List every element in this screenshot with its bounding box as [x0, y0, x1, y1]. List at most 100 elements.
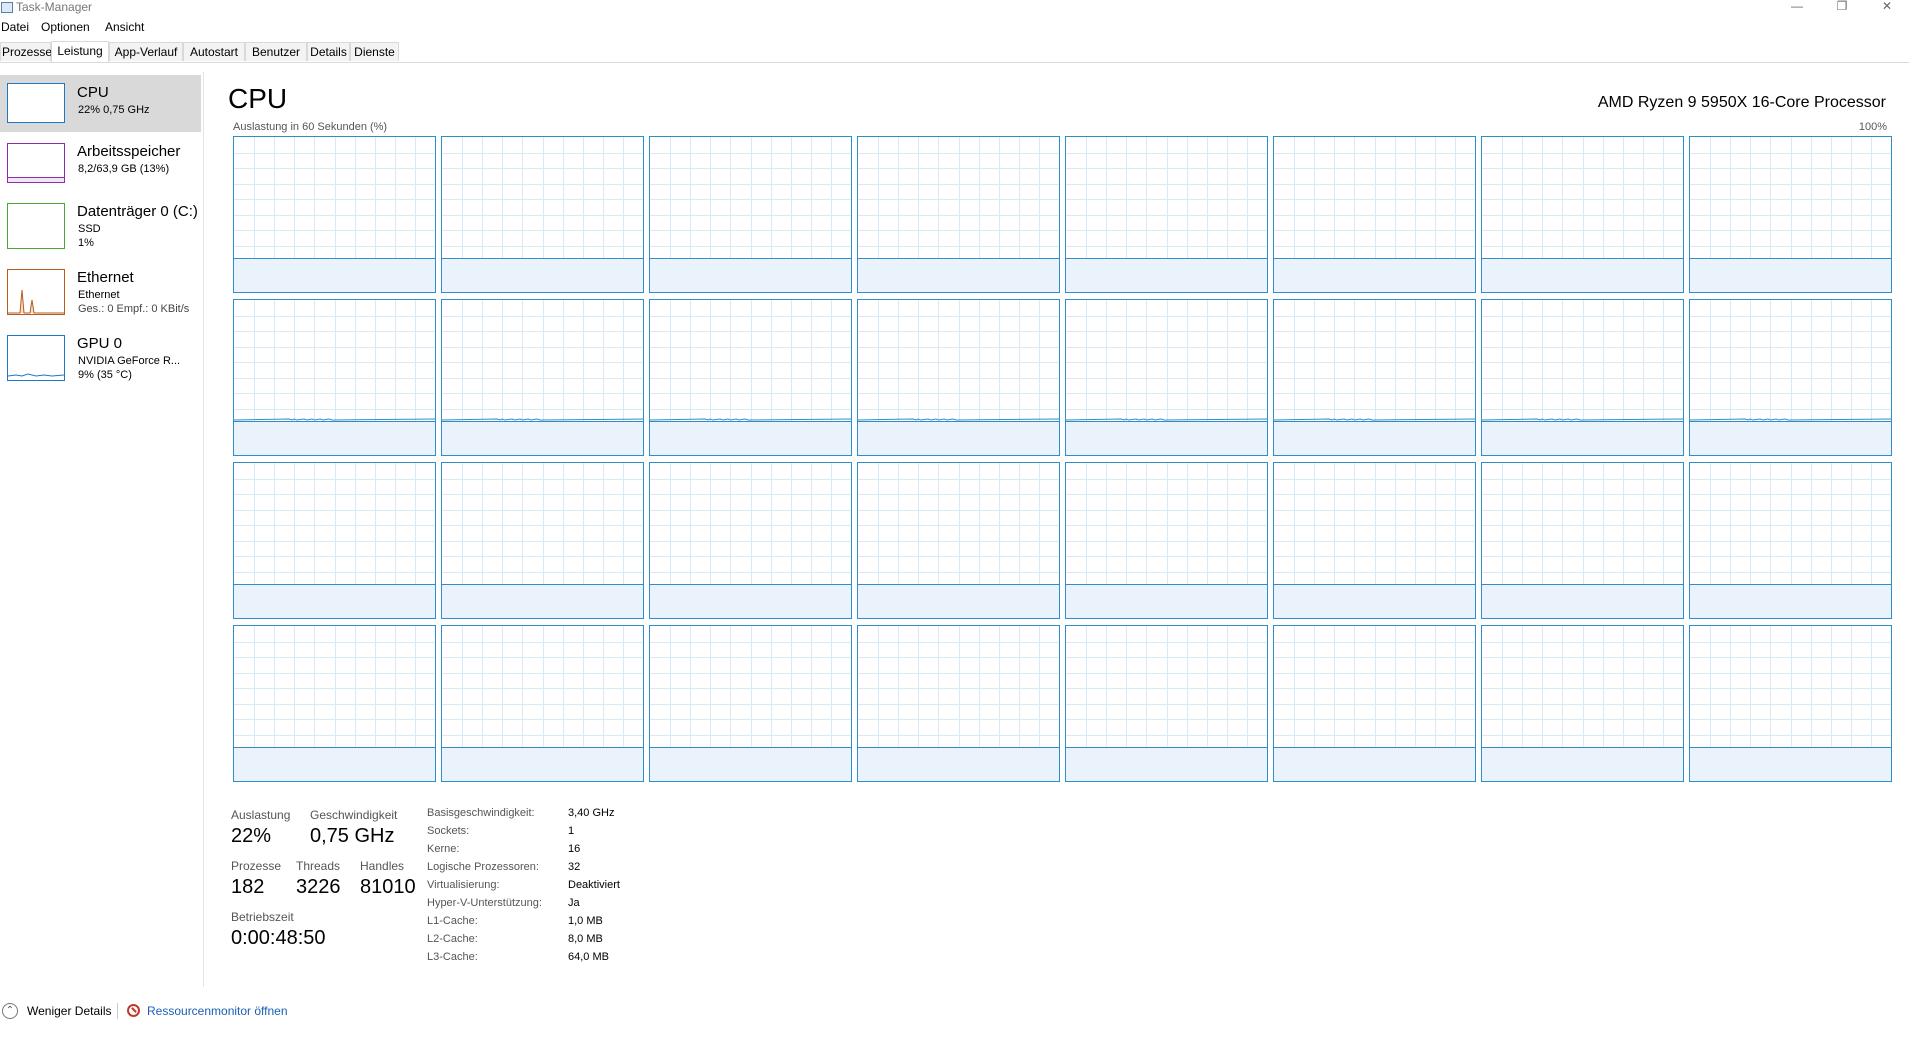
logical-processor-graph	[1689, 136, 1892, 293]
threads-value: 3226	[296, 876, 341, 898]
spec-key: L2-Cache:	[427, 933, 478, 945]
tab-benutzer[interactable]: Benutzer	[245, 42, 307, 61]
window-title: Task-Manager	[16, 0, 93, 14]
tab-details[interactable]: Details	[307, 42, 350, 61]
logical-processor-graph	[233, 625, 436, 782]
spec-value: 8,0 MB	[568, 933, 603, 945]
sidebar-item-title: CPU	[77, 84, 109, 101]
performance-sidebar: CPU 22% 0,75 GHz Arbeitsspeicher 8,2/63,…	[0, 72, 204, 987]
sidebar-item-ethernet[interactable]: Ethernet Ethernet Ges.: 0 Empf.: 0 KBit/…	[0, 261, 201, 324]
gpu-thumbnail-graph	[7, 335, 65, 381]
tab-prozesse[interactable]: Prozesse	[0, 42, 52, 61]
sidebar-item-detail: 1%	[78, 237, 94, 249]
logical-processor-graph	[857, 299, 1060, 456]
menu-ansicht[interactable]: Ansicht	[105, 18, 144, 36]
spec-key: Virtualisierung:	[427, 879, 500, 891]
logical-processor-graph	[1065, 625, 1268, 782]
logical-processor-graph	[1481, 625, 1684, 782]
spec-value: 1,0 MB	[568, 915, 603, 927]
logical-processor-graph	[1273, 625, 1476, 782]
spec-key: L3-Cache:	[427, 951, 478, 963]
chevron-up-icon[interactable]: ⌃	[2, 1003, 18, 1019]
sidebar-item-detail: SSD	[78, 223, 101, 235]
restore-button[interactable]: ❐	[1822, 0, 1862, 14]
sidebar-item-title: Arbeitsspeicher	[77, 143, 181, 160]
uptime-label: Betriebszeit	[231, 910, 294, 924]
minimize-button[interactable]: —	[1777, 0, 1817, 14]
sidebar-item-cpu[interactable]: CPU 22% 0,75 GHz	[0, 75, 201, 132]
logical-processor-graph	[857, 136, 1060, 293]
logical-processor-graph	[1065, 136, 1268, 293]
spec-value: 32	[568, 861, 581, 873]
sidebar-item-gpu[interactable]: GPU 0 NVIDIA GeForce R... 9% (35 °C)	[0, 327, 201, 390]
spec-value: Deaktiviert	[568, 879, 620, 891]
logical-processor-graph	[441, 625, 644, 782]
logical-processor-graph	[1273, 299, 1476, 456]
threads-label: Threads	[296, 859, 341, 873]
logical-processor-graph	[649, 299, 852, 456]
tab-app-verlauf[interactable]: App-Verlauf	[109, 42, 183, 61]
sidebar-item-detail: NVIDIA GeForce R...	[78, 355, 181, 367]
cpu-thumbnail-graph	[7, 83, 65, 123]
logical-processor-graph	[1481, 299, 1684, 456]
spec-key: Logische Prozessoren:	[427, 861, 539, 873]
sidebar-item-title: GPU 0	[77, 335, 123, 352]
logical-processor-graph	[1481, 462, 1684, 619]
logical-processor-graph	[233, 462, 436, 619]
cpu-model-name: AMD Ryzen 9 5950X 16-Core Processor	[1597, 94, 1886, 111]
graph-axis-label: Auslastung in 60 Sekunden (%)	[233, 121, 388, 133]
resource-monitor-link[interactable]: Ressourcenmonitor öffnen	[147, 1004, 288, 1018]
close-button[interactable]: ✕	[1867, 0, 1907, 14]
logical-processor-graph	[233, 136, 436, 293]
menu-datei[interactable]: Datei	[1, 18, 29, 36]
less-details-button[interactable]: Weniger Details	[27, 1004, 111, 1018]
sidebar-item-detail: Ethernet	[78, 289, 120, 301]
spec-value: 16	[568, 843, 581, 855]
resource-monitor-icon[interactable]	[127, 1004, 140, 1017]
spec-key: Sockets:	[427, 825, 470, 837]
logical-processor-graph	[1065, 462, 1268, 619]
speed-value: 0,75 GHz	[310, 825, 395, 847]
sidebar-item-detail: 9% (35 °C)	[78, 369, 132, 381]
logical-processor-graph	[441, 136, 644, 293]
logical-processor-graph	[1689, 462, 1892, 619]
speed-label: Geschwindigkeit	[310, 808, 398, 822]
tab-leistung[interactable]: Leistung	[51, 41, 109, 62]
processes-value: 182	[231, 876, 265, 898]
uptime-value: 0:00:48:50	[231, 927, 326, 949]
sidebar-item-title: Ethernet	[77, 269, 134, 286]
sidebar-item-arbeitsspeicher[interactable]: Arbeitsspeicher 8,2/63,9 GB (13%)	[0, 135, 201, 192]
memory-thumbnail-graph	[7, 143, 65, 183]
spec-key: L1-Cache:	[427, 915, 478, 927]
spec-key: Basisgeschwindigkeit:	[427, 807, 535, 819]
sidebar-item-detail: 8,2/63,9 GB (13%)	[78, 163, 170, 175]
logical-processor-graph	[649, 625, 852, 782]
logical-processor-graph	[1689, 625, 1892, 782]
tab-bar: Prozesse Leistung App-Verlauf Autostart …	[0, 41, 1909, 63]
logical-processor-graph	[857, 625, 1060, 782]
logical-processor-graph	[441, 299, 644, 456]
sidebar-item-datentraeger[interactable]: Datenträger 0 (C:) SSD 1%	[0, 195, 201, 258]
logical-processor-graph	[1273, 136, 1476, 293]
logical-processor-graph	[649, 462, 852, 619]
logical-processor-graph	[1065, 299, 1268, 456]
logical-processor-graph	[649, 136, 852, 293]
spec-key: Hyper-V-Unterstützung:	[427, 897, 542, 909]
logical-processor-graph	[1689, 299, 1892, 456]
menu-optionen[interactable]: Optionen	[41, 18, 90, 36]
logical-processor-graph	[857, 462, 1060, 619]
page-title: CPU	[228, 83, 288, 114]
spec-value: 3,40 GHz	[568, 807, 615, 819]
handles-value: 81010	[360, 876, 416, 898]
title-bar: Task-Manager — ❐ ✕	[0, 0, 1909, 16]
ethernet-thumbnail-graph	[7, 269, 65, 315]
spec-value: 1	[568, 825, 575, 837]
spec-value: Ja	[568, 897, 580, 909]
sidebar-item-detail: Ges.: 0 Empf.: 0 KBit/s	[78, 303, 190, 315]
tab-dienste[interactable]: Dienste	[350, 42, 399, 61]
spec-value: 64,0 MB	[568, 951, 609, 963]
tab-autostart[interactable]: Autostart	[183, 42, 245, 61]
utilization-label: Auslastung	[231, 808, 291, 822]
disk-thumbnail-graph	[7, 203, 65, 249]
logical-processor-graph	[233, 299, 436, 456]
